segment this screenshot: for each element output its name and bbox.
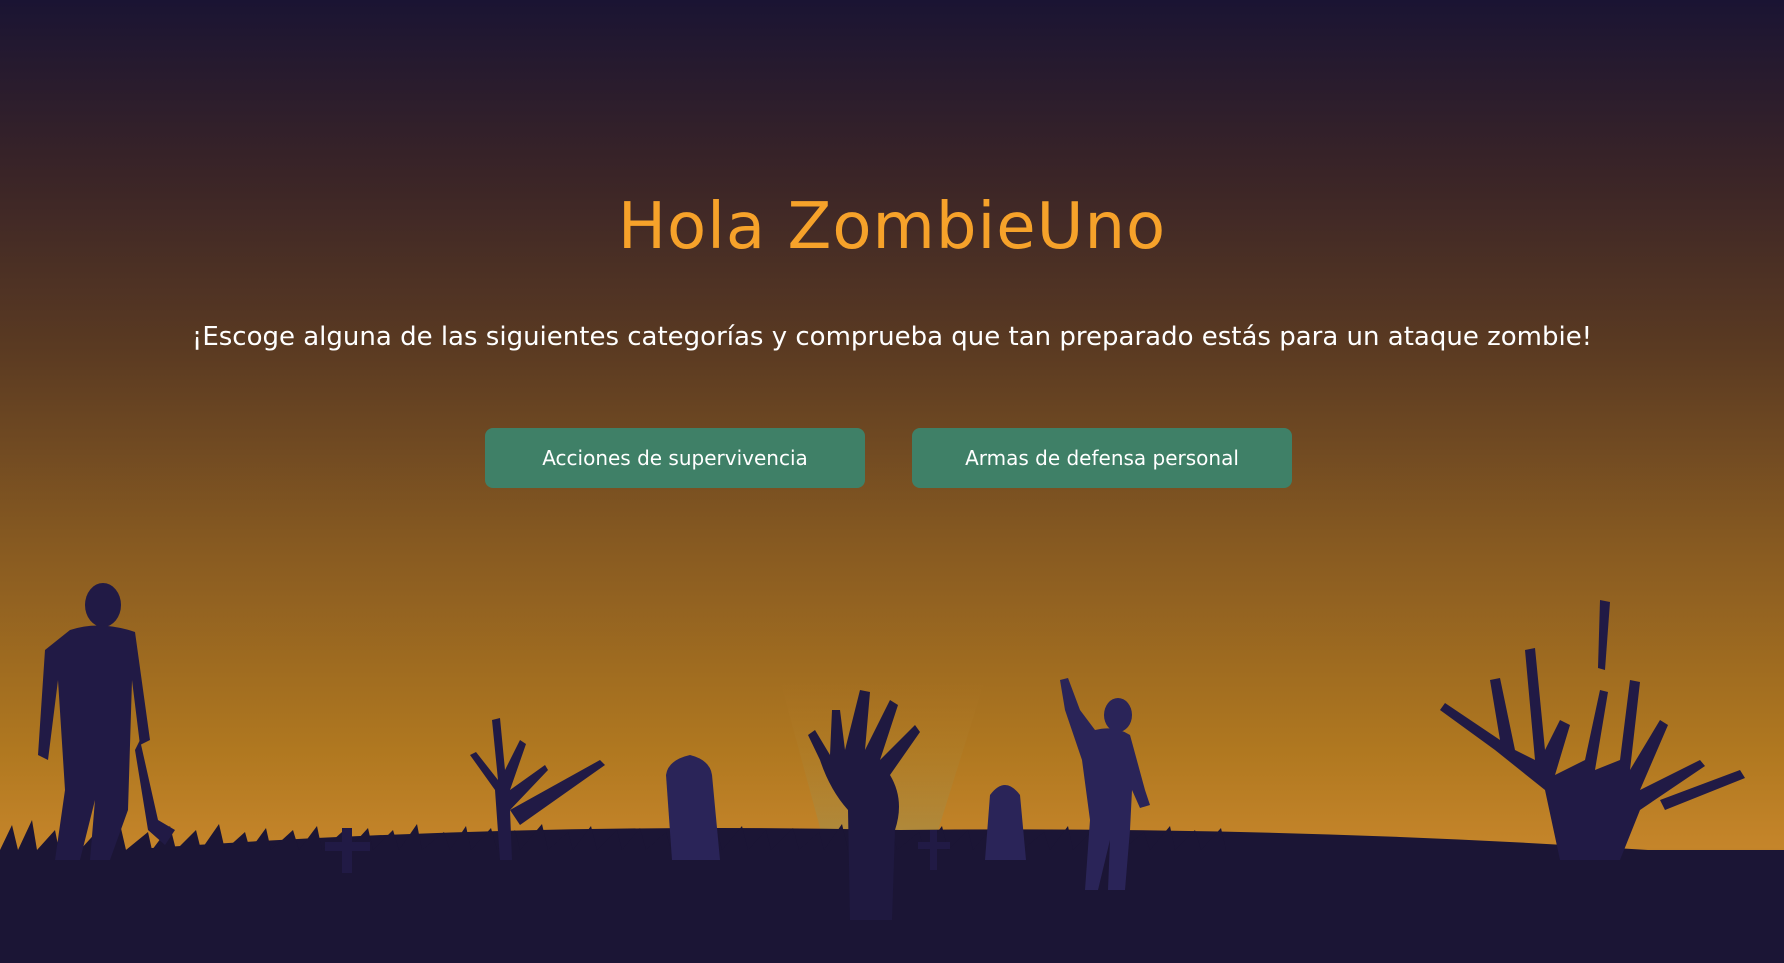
page-subtitle: ¡Escoge alguna de las siguientes categor…: [191, 322, 1593, 352]
zombie-left-icon: [38, 583, 175, 860]
category-button-survival[interactable]: Acciones de supervivencia: [485, 428, 865, 488]
page-title: Hola ZombieUno: [617, 190, 1167, 264]
tombstone-icon: [666, 755, 720, 860]
graveyard-scene: [0, 583, 1784, 963]
category-button-label: Armas de defensa personal: [965, 446, 1239, 470]
category-button-label: Acciones de supervivencia: [542, 446, 808, 470]
category-button-weapons[interactable]: Armas de defensa personal: [912, 428, 1292, 488]
tombstone-icon: [985, 785, 1026, 860]
dead-tree-right-icon: [1440, 600, 1745, 860]
